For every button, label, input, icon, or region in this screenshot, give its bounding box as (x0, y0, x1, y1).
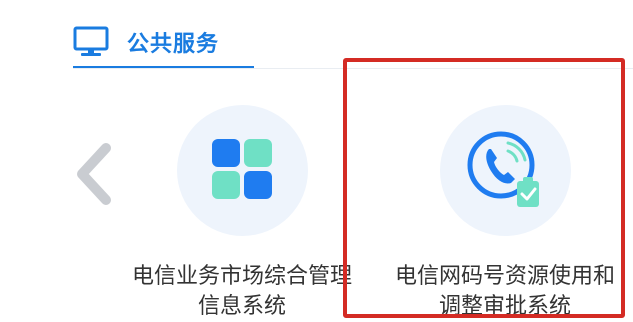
grid-apps-icon (211, 138, 273, 204)
service-icon-circle (439, 105, 571, 236)
service-label-line2: 调整审批系统 (438, 294, 571, 319)
header-divider (73, 68, 633, 69)
service-card-number-resource-approval[interactable]: 电信网码号资源使用和 调整审批系统 (380, 105, 630, 322)
carousel-prev-button[interactable] (70, 140, 118, 212)
phone-check-icon (463, 127, 547, 215)
service-label-line2: 信息系统 (197, 294, 286, 319)
service-label: 电信网码号资源使用和 (394, 264, 615, 289)
service-label: 电信业务市场综合管理 (131, 264, 352, 289)
section-header: 公共服务 (73, 14, 219, 70)
service-icon-circle (176, 105, 308, 236)
monitor-icon (73, 26, 111, 58)
chevron-left-icon (74, 142, 114, 210)
section-title[interactable]: 公共服务 (127, 26, 219, 58)
service-card-market-management[interactable]: 电信业务市场综合管理 信息系统 (117, 105, 367, 322)
